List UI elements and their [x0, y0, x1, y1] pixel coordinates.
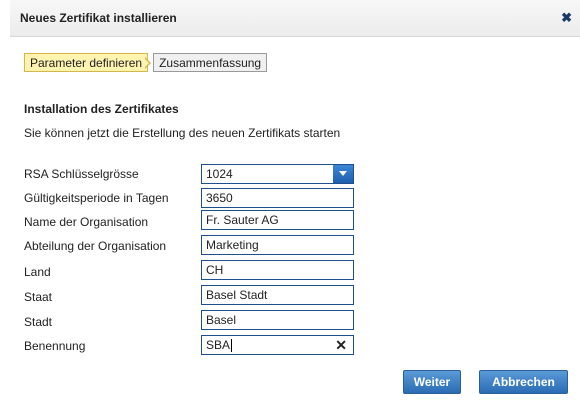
city-value: Basel	[206, 313, 237, 327]
certificate-dialog: Neues Zertifikat installieren ✖ Paramete…	[0, 0, 580, 401]
dept-value: Marketing	[206, 238, 259, 252]
state-input[interactable]: Basel Stadt	[201, 285, 354, 305]
step-zusammenfassung[interactable]: Zusammenfassung	[153, 52, 268, 72]
org-value: Fr. Sauter AG	[206, 213, 279, 227]
org-input[interactable]: Fr. Sauter AG	[201, 210, 354, 230]
clear-icon[interactable]: ✕	[335, 336, 347, 354]
city-label: Stadt	[24, 315, 53, 329]
section-title: Installation des Zertifikates	[24, 102, 179, 116]
rsa-selected-value: 1024	[206, 167, 233, 181]
step-separator-arrow-icon	[144, 53, 153, 72]
dialog-body: Parameter definieren Zusammenfassung Ins…	[10, 37, 580, 401]
intro-text: Sie können jetzt die Erstellung des neue…	[24, 126, 341, 140]
next-button[interactable]: Weiter	[403, 370, 461, 394]
country-input[interactable]: CH	[201, 260, 354, 280]
chevron-down-icon[interactable]	[333, 165, 353, 183]
rsa-label: RSA Schlüsselgrösse	[24, 167, 139, 181]
dept-label: Abteilung der Organisation	[24, 239, 167, 253]
city-input[interactable]: Basel	[201, 310, 354, 330]
text-caret	[231, 339, 233, 353]
close-icon[interactable]: ✖	[561, 10, 572, 26]
dialog-title: Neues Zertifikat installieren	[20, 11, 177, 25]
dialog-titlebar: Neues Zertifikat installieren ✖	[10, 0, 580, 37]
step-breadcrumb: Parameter definieren Zusammenfassung	[24, 52, 268, 72]
validity-label: Gültigkeitsperiode in Tagen	[24, 191, 169, 205]
validity-input[interactable]: 3650	[201, 188, 354, 208]
dept-input[interactable]: Marketing	[201, 235, 354, 255]
name-label: Benennung	[24, 339, 86, 353]
state-value: Basel Stadt	[206, 288, 268, 302]
org-label: Name der Organisation	[24, 215, 149, 229]
name-value: SBA	[206, 338, 231, 352]
validity-value: 3650	[206, 191, 233, 205]
country-label: Land	[24, 265, 51, 279]
cancel-button[interactable]: Abbrechen	[479, 370, 568, 394]
state-label: Staat	[24, 290, 53, 304]
rsa-select[interactable]: 1024	[201, 164, 354, 184]
country-value: CH	[206, 263, 224, 277]
name-input[interactable]: SBA ✕	[201, 335, 354, 355]
step-parameter-definieren[interactable]: Parameter definieren	[24, 52, 149, 72]
